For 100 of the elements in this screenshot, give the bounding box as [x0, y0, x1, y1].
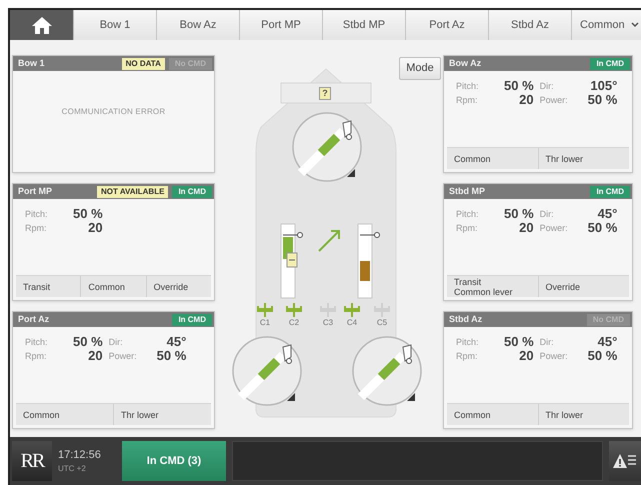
warning-badge: NO DATA: [122, 58, 165, 70]
reading-label: Pitch:: [456, 208, 480, 221]
reading-value: 105°: [589, 79, 618, 93]
footer-cell[interactable]: Override: [146, 276, 211, 297]
clutch-icon: [344, 303, 360, 317]
footer-cell[interactable]: Transit: [16, 276, 80, 297]
reading-label: Pitch:: [25, 336, 49, 349]
dropdown-tab[interactable]: Common: [572, 10, 641, 40]
footer-cell[interactable]: Common: [447, 148, 538, 169]
alarm-list-button[interactable]: [609, 441, 641, 481]
reading-label: Rpm:: [25, 350, 48, 363]
reading-value: 45°: [166, 335, 186, 349]
footer-label: Common lever: [454, 286, 514, 296]
warning-badge: NOT AVAILABLE: [97, 186, 168, 198]
thruster-dial-drawing[interactable]: [351, 335, 423, 407]
panel-title: Bow 1: [18, 56, 46, 70]
footer-cell[interactable]: Common: [16, 404, 113, 425]
clutch-icon: [286, 303, 302, 317]
clock-time: 17:12:56: [58, 448, 102, 463]
tab[interactable]: Stbd Az: [489, 10, 572, 40]
reading-label: Pitch:: [456, 80, 480, 93]
reading-value: 20: [87, 349, 103, 363]
footer-label: Thr lower: [546, 154, 584, 164]
reading-label: Rpm:: [456, 222, 479, 235]
lever-slider-drawing[interactable]: [357, 223, 381, 299]
tab[interactable]: Port Az: [406, 10, 489, 40]
warning-list-icon: [613, 453, 637, 469]
logo-button[interactable]: RR: [12, 441, 52, 481]
home-tab[interactable]: [10, 10, 74, 40]
mode-button[interactable]: Mode: [399, 57, 441, 80]
reading-label: Rpm:: [456, 94, 479, 107]
in-command-button[interactable]: In CMD (3): [122, 441, 226, 481]
error-message: COMMUNICATION ERROR: [62, 106, 166, 118]
reading-value: 20: [518, 221, 534, 235]
reading-label: Dir:: [540, 208, 555, 221]
panel-title: Bow Az: [449, 56, 482, 70]
reading-value: 20: [87, 221, 103, 235]
tab[interactable]: Bow Az: [157, 10, 240, 40]
reading-value: 45°: [596, 335, 618, 349]
logo: RR: [20, 449, 44, 474]
reading-value: 50 %: [588, 349, 618, 363]
reading-value: 20: [518, 93, 534, 107]
footer-cell[interactable]: Thr lower: [538, 148, 629, 169]
footer-label: Common: [454, 410, 492, 420]
footer-label: Common: [23, 410, 61, 420]
clutch-label: C2: [288, 317, 300, 329]
unknown-status-badge: ?: [319, 87, 331, 100]
reading-value: 20: [518, 349, 534, 363]
reading-label: Power:: [540, 94, 569, 107]
footer-label: Override: [546, 282, 582, 292]
footer-cell[interactable]: Common: [447, 404, 538, 425]
footer-cell[interactable]: Thr lower: [538, 404, 629, 425]
reading-label: Power:: [540, 222, 569, 235]
footer-label: Thr lower: [121, 410, 160, 420]
reading-value: 50 %: [73, 335, 103, 349]
footer-label: Override: [154, 282, 190, 292]
reading-value: 50 %: [73, 207, 103, 221]
reading-value: 50 %: [588, 221, 618, 235]
reading-value: 50 %: [588, 93, 618, 107]
reading-label: Power:: [108, 350, 138, 363]
tab[interactable]: Bow 1: [74, 10, 157, 40]
reading-label: Rpm:: [456, 350, 479, 363]
reading-value: 50 %: [156, 349, 186, 363]
footer-label: Common: [88, 282, 126, 292]
footer-label: Transit: [23, 282, 52, 292]
footer-cell[interactable]: Transit Common lever: [447, 276, 538, 297]
panel-title: Stbd Az: [449, 312, 484, 326]
clutch-label: C1: [258, 317, 272, 329]
panel-title: Stbd MP: [449, 184, 486, 198]
command-status: In CMD: [590, 58, 630, 70]
footer-label: Common: [454, 154, 492, 164]
command-status: In CMD: [172, 186, 212, 198]
reading-label: Dir:: [540, 80, 555, 93]
tab[interactable]: Stbd MP: [323, 10, 406, 40]
clutch-label: C5: [376, 317, 388, 329]
clutch-label: C3: [322, 317, 334, 329]
reading-value: 45°: [596, 207, 618, 221]
thruster-dial-drawing[interactable]: [291, 111, 363, 183]
reading-label: Rpm:: [25, 222, 48, 235]
panel-title: Port MP: [18, 184, 54, 198]
footer-label: Transit: [454, 276, 482, 286]
reading-value: 50 %: [504, 79, 534, 93]
tab[interactable]: Port MP: [240, 10, 323, 40]
reading-label: Dir:: [108, 336, 124, 349]
reading-value: 50 %: [504, 335, 534, 349]
panel-title: Port Az: [18, 312, 50, 326]
footer-label: Thr lower: [546, 410, 584, 420]
footer-cell[interactable]: Override: [538, 276, 629, 297]
lever-slider-drawing[interactable]: [280, 223, 304, 299]
reading-value: 50 %: [504, 207, 534, 221]
footer-cell[interactable]: Thr lower: [113, 404, 211, 425]
reading-label: Power:: [540, 350, 569, 363]
thruster-dial-drawing[interactable]: [231, 335, 303, 407]
home-icon: [30, 15, 52, 35]
footer-cell[interactable]: Common: [80, 276, 146, 297]
chevron-down-icon: [630, 22, 639, 28]
clutch-icon: [257, 303, 273, 317]
reading-label: Pitch:: [25, 208, 49, 221]
reading-label: Pitch:: [456, 336, 480, 349]
command-status: In CMD: [172, 314, 212, 326]
